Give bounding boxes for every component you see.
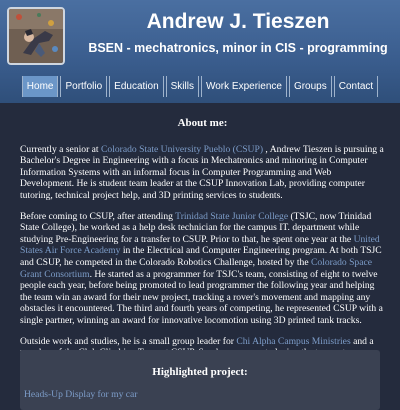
nav-item-portfolio[interactable]: Portfolio [60, 76, 108, 97]
about-paragraph-2: Before coming to CSUP, after attending T… [20, 211, 385, 327]
text: Currently a senior at [20, 143, 101, 155]
highlighted-project-card: Highlighted project: Heads-Up Display fo… [20, 350, 380, 410]
nav-item-skills[interactable]: Skills [165, 76, 199, 97]
nav-item-work-experience[interactable]: Work Experience [200, 76, 287, 97]
nav-item-home[interactable]: Home [21, 76, 59, 97]
about-section: About me: Currently a senior at Colorado… [20, 117, 385, 379]
avatar [7, 7, 65, 65]
main-nav: Home Portfolio Education Skills Work Exp… [0, 76, 400, 97]
nav-item-groups[interactable]: Groups [288, 76, 332, 97]
text: Before coming to CSUP, after attending [20, 210, 176, 222]
link-chi-alpha[interactable]: Chi Alpha Campus Ministries [236, 336, 350, 347]
about-paragraph-1: Currently a senior at Colorado State Uni… [20, 144, 385, 202]
link-tsjc[interactable]: Trinidad State Junior College [175, 211, 288, 222]
site-header: Andrew J. Tieszen BSEN - mechatronics, m… [0, 0, 400, 103]
text: Outside work and studies, he is a small … [20, 335, 237, 347]
section-heading: About me: [177, 117, 228, 129]
link-csup[interactable]: Colorado State University Pueblo (CSUP) [101, 144, 263, 155]
page-title: Andrew J. Tieszen [146, 10, 330, 33]
climbing-photo-icon [9, 9, 63, 63]
page-subtitle: BSEN - mechatronics, minor in CIS - prog… [88, 41, 388, 55]
nav-item-contact[interactable]: Contact [333, 76, 379, 97]
nav-item-education[interactable]: Education [109, 76, 164, 97]
highlight-project-link[interactable]: Heads-Up Display for my car [24, 389, 138, 400]
highlight-heading: Highlighted project: [152, 366, 248, 378]
